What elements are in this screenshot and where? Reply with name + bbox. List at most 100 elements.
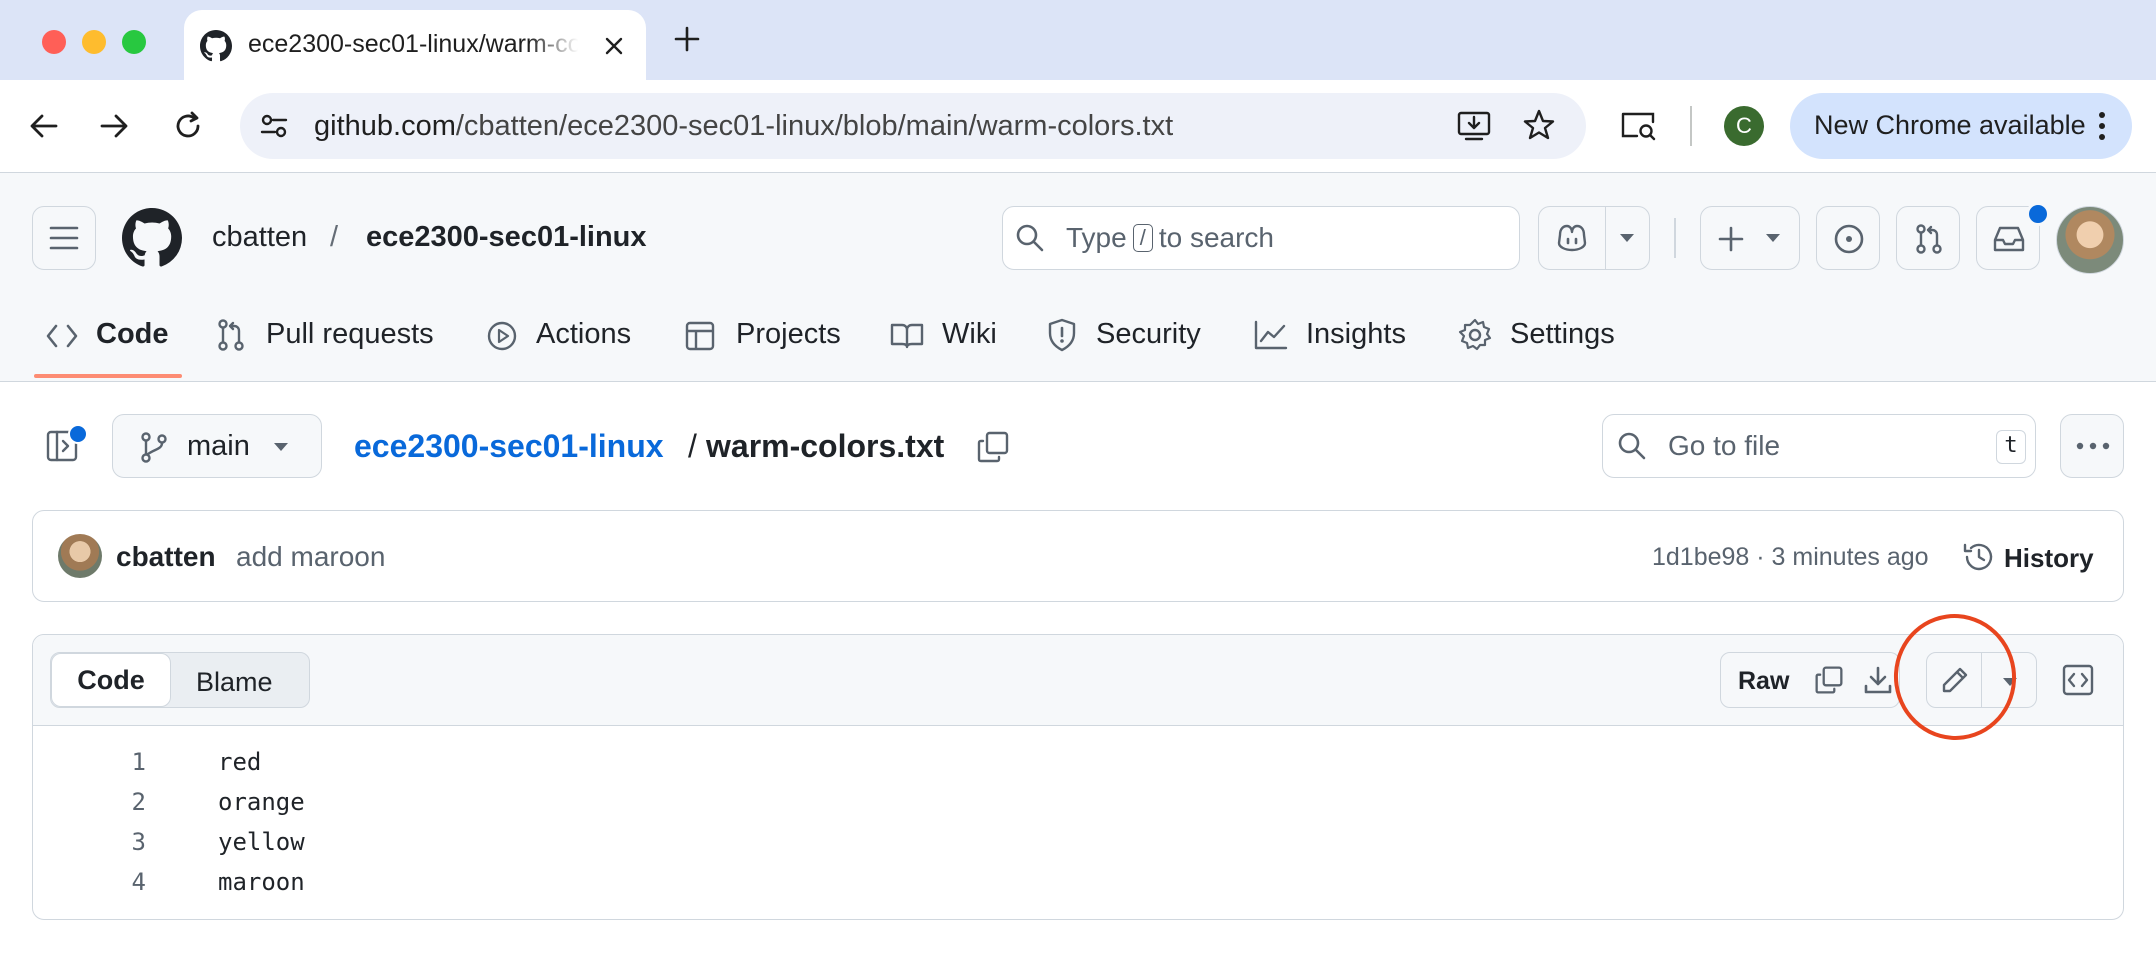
url-text: github.com/cbatten/ece2300-sec01-linux/b… xyxy=(314,110,1173,143)
sidebar-notice-dot xyxy=(68,424,88,444)
commit-message-link[interactable]: add maroon xyxy=(236,541,385,573)
kebab-horizontal-icon xyxy=(2076,442,2110,450)
line-number[interactable]: 2 xyxy=(110,788,146,816)
git-pull-request-icon xyxy=(218,319,244,351)
git-pull-request-icon xyxy=(1916,224,1942,254)
search-icon xyxy=(1016,224,1044,252)
chevron-down-icon xyxy=(1766,234,1780,242)
user-avatar[interactable] xyxy=(2056,206,2124,274)
search-shortcut-key: / xyxy=(1132,224,1153,252)
maximize-window-button[interactable] xyxy=(122,30,146,54)
issue-opened-icon xyxy=(1834,224,1864,254)
owner-repo-separator: / xyxy=(330,221,339,253)
github-logo-icon[interactable] xyxy=(122,208,182,268)
toolbar-divider xyxy=(1690,106,1692,146)
code-view-tab[interactable]: Code xyxy=(51,653,171,707)
active-tab-underline xyxy=(34,374,182,378)
tab-insights[interactable]: Insights xyxy=(1306,318,1406,354)
close-tab-icon[interactable] xyxy=(604,36,624,56)
back-arrow-icon[interactable] xyxy=(28,110,60,142)
gear-icon xyxy=(1458,318,1492,351)
hamburger-icon xyxy=(49,226,79,250)
play-circle-icon xyxy=(487,321,517,351)
go-to-file-shortcut-key: t xyxy=(1996,430,2026,464)
reload-icon[interactable] xyxy=(172,110,204,142)
more-options-button[interactable] xyxy=(2060,414,2124,478)
code-icon xyxy=(46,324,78,348)
url-host: github.com xyxy=(314,110,456,142)
commit-author-link[interactable]: cbatten xyxy=(116,541,216,573)
code-line: yellow xyxy=(218,828,305,856)
copy-raw-content-button[interactable] xyxy=(1801,652,1857,708)
copilot-divider xyxy=(1605,207,1606,269)
code-line: maroon xyxy=(218,868,305,896)
forward-arrow-icon[interactable] xyxy=(98,110,130,142)
history-icon xyxy=(1963,543,1993,571)
new-chrome-available-button[interactable]: New Chrome available xyxy=(1790,93,2132,159)
tab-projects[interactable]: Projects xyxy=(736,318,841,354)
install-app-icon[interactable] xyxy=(1456,108,1492,144)
notification-dot xyxy=(2026,202,2050,226)
site-info-icon[interactable] xyxy=(258,110,290,142)
code-line: orange xyxy=(218,788,305,816)
tab-wiki[interactable]: Wiki xyxy=(942,318,997,354)
book-icon xyxy=(890,323,924,349)
breadcrumb-separator: / xyxy=(688,428,697,464)
search-hint: Type / to search xyxy=(1066,222,1274,254)
tab-security[interactable]: Security xyxy=(1096,318,1201,354)
code-line: red xyxy=(218,748,262,776)
tab-settings[interactable]: Settings xyxy=(1510,318,1615,354)
pull-requests-button[interactable] xyxy=(1896,206,1960,270)
repo-owner-link[interactable]: cbatten xyxy=(212,221,307,254)
chevron-down-icon xyxy=(1620,234,1634,242)
global-menu-button[interactable] xyxy=(32,206,96,270)
copy-icon xyxy=(1815,666,1843,694)
browser-tab[interactable]: ece2300-sec01-linux/warm-colors.txt xyxy=(184,10,646,80)
commit-author-avatar[interactable] xyxy=(58,534,102,578)
line-number[interactable]: 1 xyxy=(110,748,146,776)
shield-icon xyxy=(1048,318,1076,352)
issues-button[interactable] xyxy=(1816,206,1880,270)
search-icon xyxy=(1618,432,1646,460)
tab-actions[interactable]: Actions xyxy=(536,318,631,354)
download-icon xyxy=(1864,666,1892,694)
github-favicon-icon xyxy=(200,30,232,62)
tab-pull-requests[interactable]: Pull requests xyxy=(266,318,434,354)
symbols-panel-icon[interactable] xyxy=(2062,664,2094,696)
line-number[interactable]: 4 xyxy=(110,868,146,896)
plus-icon xyxy=(1718,226,1744,252)
create-new-button[interactable] xyxy=(1700,206,1800,270)
blame-view-tab[interactable]: Blame xyxy=(196,667,273,698)
search-hint-prefix: Type xyxy=(1066,222,1127,253)
graph-icon xyxy=(1254,320,1288,350)
search-hint-suffix: to search xyxy=(1158,222,1274,253)
line-number[interactable]: 3 xyxy=(110,828,146,856)
branch-selector[interactable]: main xyxy=(112,414,322,478)
inbox-icon xyxy=(1993,226,2025,252)
close-window-button[interactable] xyxy=(42,30,66,54)
breadcrumb-file-name: warm-colors.txt xyxy=(706,428,945,464)
tab-title: ece2300-sec01-linux/warm-colors.txt xyxy=(248,30,578,58)
header-divider xyxy=(1674,218,1676,258)
go-to-file-placeholder: Go to file xyxy=(1668,430,1781,461)
tab-code[interactable]: Code xyxy=(96,318,169,354)
minimize-window-button[interactable] xyxy=(82,30,106,54)
chevron-down-icon xyxy=(274,443,288,451)
chrome-profile-avatar[interactable]: C xyxy=(1724,106,1764,146)
breadcrumb-repo-link[interactable]: ece2300-sec01-linux xyxy=(354,428,664,465)
branch-name: main xyxy=(187,430,250,462)
history-button[interactable]: History xyxy=(2004,543,2094,574)
tab-search-icon[interactable] xyxy=(1620,108,1658,144)
new-tab-icon[interactable] xyxy=(674,26,700,52)
copilot-icon xyxy=(1557,224,1587,252)
repo-name-link[interactable]: ece2300-sec01-linux xyxy=(366,221,647,254)
update-label: New Chrome available xyxy=(1814,110,2086,140)
commit-sha-and-time[interactable]: 1d1be98 · 3 minutes ago xyxy=(1652,543,1929,572)
project-table-icon xyxy=(685,321,715,351)
raw-label: Raw xyxy=(1738,667,1790,695)
bookmark-star-icon[interactable] xyxy=(1522,108,1556,142)
copilot-button-group[interactable] xyxy=(1538,206,1650,270)
copy-path-icon[interactable] xyxy=(976,430,1010,464)
url-path: /cbatten/ece2300-sec01-linux/blob/main/w… xyxy=(455,110,1174,142)
git-branch-icon xyxy=(141,432,167,463)
